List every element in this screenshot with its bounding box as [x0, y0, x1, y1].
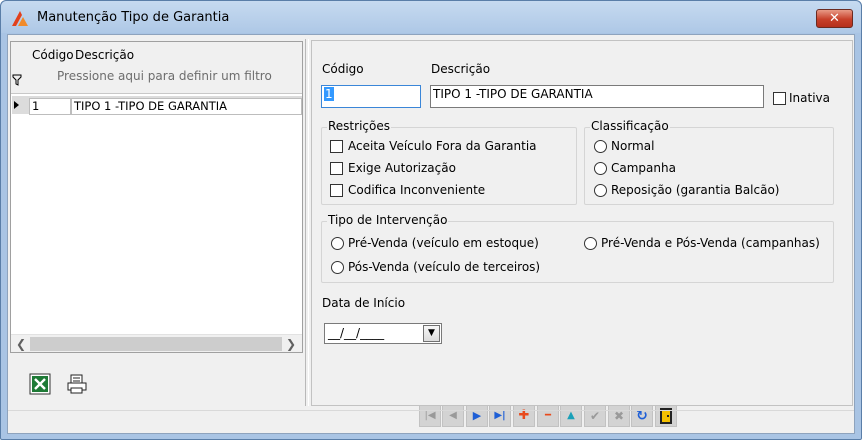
campanha-radio[interactable] [594, 162, 607, 175]
pre-venda-label: Pré-Venda (veículo em estoque) [348, 236, 539, 250]
pos-venda-radio[interactable] [331, 261, 344, 274]
scroll-thumb[interactable] [30, 337, 282, 351]
grid-header: Código Descrição Pressione aqui para def… [11, 42, 302, 94]
column-header-descricao[interactable]: Descrição [75, 48, 134, 62]
exige-autorizacao-checkbox[interactable] [330, 162, 343, 175]
pos-venda-label: Pós-Venda (veículo de terceiros) [348, 260, 541, 274]
form-panel: Código 1 Descrição TIPO 1 -TIPO DE GARAN… [311, 40, 853, 406]
cell-codigo[interactable]: 1 [29, 98, 71, 115]
records-grid: Código Descrição Pressione aqui para def… [10, 41, 303, 353]
normal-radio[interactable] [594, 140, 607, 153]
codigo-input[interactable]: 1 [321, 85, 421, 108]
data-inicio-combo[interactable]: __/__/____ ▼ [324, 323, 442, 344]
filter-icon[interactable] [12, 74, 22, 86]
aceita-veiculo-checkbox[interactable] [330, 140, 343, 153]
close-icon: ✕ [829, 11, 840, 26]
close-button[interactable]: ✕ [816, 9, 853, 28]
exige-autorizacao-label: Exige Autorização [348, 161, 456, 175]
app-logo-icon [12, 11, 28, 26]
horizontal-scrollbar[interactable]: ❮ ❯ [11, 334, 302, 352]
descricao-label: Descrição [431, 62, 491, 76]
scroll-left-icon[interactable]: ❮ [13, 335, 29, 353]
print-icon[interactable] [66, 373, 88, 395]
pre-venda-radio[interactable] [331, 237, 344, 250]
aceita-veiculo-label: Aceita Veículo Fora da Garantia [348, 139, 537, 153]
codifica-inconveniente-checkbox[interactable] [330, 184, 343, 197]
data-inicio-label: Data de Início [322, 296, 406, 310]
reposicao-radio[interactable] [594, 184, 607, 197]
main-window: Manutenção Tipo de Garantia ✕ Código Des… [0, 0, 862, 440]
scroll-right-icon[interactable]: ❯ [283, 335, 299, 353]
inativa-checkbox[interactable] [773, 92, 786, 105]
row-pointer-icon [14, 101, 19, 109]
chevron-down-icon[interactable]: ▼ [423, 325, 440, 342]
inativa-label: Inativa [789, 91, 830, 105]
data-inicio-value: __/__/____ [328, 326, 385, 340]
descricao-input[interactable]: TIPO 1 -TIPO DE GARANTIA [430, 85, 764, 108]
column-header-codigo[interactable]: Código [32, 48, 74, 62]
classificacao-title: Classificação [590, 119, 670, 133]
excel-export-icon[interactable] [29, 373, 51, 395]
codifica-inconveniente-label: Codifica Inconveniente [348, 183, 486, 197]
client-area: Código Descrição Pressione aqui para def… [7, 34, 855, 434]
pre-pos-venda-radio[interactable] [584, 237, 597, 250]
normal-label: Normal [611, 139, 655, 153]
filter-row[interactable]: Pressione aqui para definir um filtro [57, 69, 272, 83]
window-title: Manutenção Tipo de Garantia [37, 10, 230, 25]
status-bar [8, 410, 854, 433]
reposicao-label: Reposição (garantia Balcão) [611, 183, 780, 197]
codigo-label: Código [322, 62, 364, 76]
pre-pos-venda-label: Pré-Venda e Pós-Venda (campanhas) [601, 236, 820, 250]
title-bar[interactable]: Manutenção Tipo de Garantia ✕ [1, 1, 861, 33]
campanha-label: Campanha [611, 161, 676, 175]
tipo-intervencao-title: Tipo de Intervenção [327, 213, 449, 227]
panel-splitter[interactable] [305, 39, 309, 406]
cell-descricao[interactable]: TIPO 1 -TIPO DE GARANTIA [71, 98, 302, 115]
restricoes-title: Restrições [327, 119, 391, 133]
